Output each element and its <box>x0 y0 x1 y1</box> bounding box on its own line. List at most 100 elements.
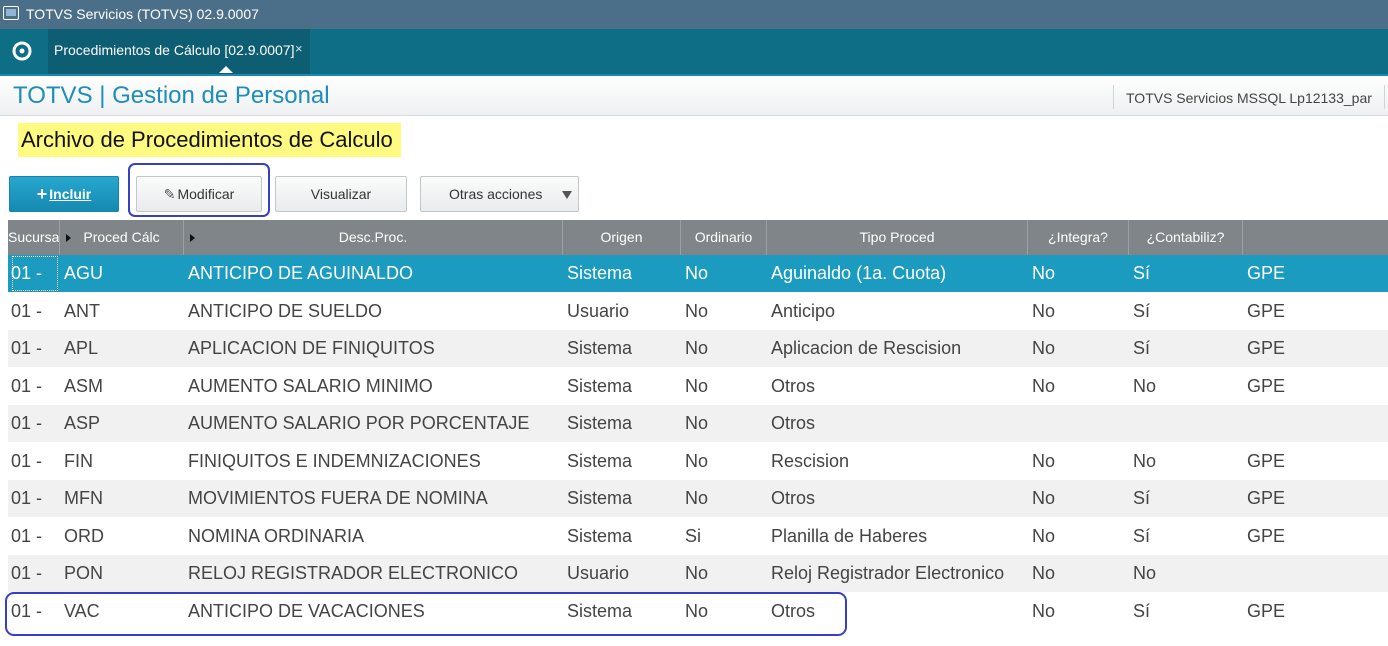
cell-origin: Sistema <box>567 375 633 396</box>
page-title: Archivo de Procedimientos de Calculo <box>18 123 401 157</box>
cell-description: RELOJ REGISTRADOR ELECTRONICO <box>188 563 519 583</box>
cell-description: APLICACION DE FINIQUITOS <box>188 338 435 358</box>
cell-description: ANTICIPO DE AGUINALDO <box>188 263 414 283</box>
totvs-logo-icon[interactable] <box>11 40 33 62</box>
cell-integrates: No <box>1032 600 1056 621</box>
cell-type: Anticipo <box>771 300 836 321</box>
cell-ordinary: No <box>685 413 709 433</box>
cell-type: Rescision <box>771 450 850 471</box>
cell-accounts: No <box>1133 450 1157 471</box>
cell-module: GPE <box>1247 338 1286 358</box>
table-row[interactable]: 01 - VAC ANTICIPO DE VACACIONES Sistema No Ot… <box>8 592 1388 630</box>
column-header-origin[interactable]: Origen <box>563 220 681 255</box>
chevron-down-icon <box>562 191 572 199</box>
cell-module <box>1247 555 1387 592</box>
view-button[interactable]: Visualizar <box>275 176 407 212</box>
table-row[interactable]: 01 - ASP AUMENTO SALARIO POR PORCENTAJE Sis… <box>8 405 1388 442</box>
cell-accounts: Sí <box>1133 263 1151 283</box>
cell-origin: Sistema <box>567 450 633 471</box>
cell-branch: 01 - <box>11 488 43 508</box>
cell-type: Otros <box>771 488 816 508</box>
table-row[interactable]: 01 - APL APLICACION DE FINIQUITOS Sistema No… <box>8 330 1388 367</box>
cell-origin: Sistema <box>567 263 633 283</box>
tab-bar: Procedimientos de Cálculo [02.9.0007] × <box>0 29 1388 74</box>
tab-procedimientos[interactable]: Procedimientos de Cálculo [02.9.0007] × <box>48 29 310 74</box>
app-title: TOTVS | Gestion de Personal <box>13 82 330 109</box>
view-label: Visualizar <box>310 186 372 202</box>
cell-code: ASM <box>64 375 104 396</box>
close-tab-icon[interactable]: × <box>295 41 303 56</box>
cell-description: AUMENTO SALARIO POR PORCENTAJE <box>188 413 530 433</box>
cell-integrates <box>1032 405 1127 442</box>
active-tab-indicator <box>219 66 233 73</box>
cell-description: MOVIMIENTOS FUERA DE NOMINA <box>188 488 488 508</box>
table-row[interactable]: 01 - AGU ANTICIPO DE AGUINALDO Sistema No Agu… <box>8 255 1388 292</box>
cell-module: GPE <box>1247 375 1286 396</box>
cell-module <box>1247 405 1387 442</box>
cell-integrates: No <box>1032 300 1056 321</box>
cell-integrates: No <box>1032 450 1056 471</box>
cell-accounts <box>1133 405 1238 442</box>
cell-description: ANTICIPO DE VACACIONES <box>188 600 425 621</box>
cell-type: Otros <box>771 413 816 433</box>
cell-integrates: No <box>1032 488 1056 508</box>
cell-integrates: No <box>1032 375 1056 396</box>
cell-module: GPE <box>1247 263 1286 283</box>
table-row[interactable]: 01 - MFN MOVIMIENTOS FUERA DE NOMINA Sistem… <box>8 480 1388 517</box>
column-header-ordinary[interactable]: Ordinario <box>681 220 767 255</box>
cell-accounts: Sí <box>1133 338 1151 358</box>
cell-description: NOMINA ORDINARIA <box>188 525 365 546</box>
more-actions-dropdown[interactable]: Otras acciones <box>420 176 579 212</box>
cell-code: ORD <box>64 525 104 546</box>
cell-branch: 01 - <box>11 563 43 583</box>
table-row[interactable]: 01 - ORD NOMINA ORDINARIA Sistema Si Planilla… <box>8 517 1388 555</box>
more-actions-label: Otras acciones <box>449 186 543 202</box>
cell-code: AGU <box>64 263 104 283</box>
cell-code: APL <box>64 338 99 358</box>
cell-branch: 01 - <box>11 413 43 433</box>
app-header: TOTVS | Gestion de Personal TOTVS Servic… <box>0 74 1388 116</box>
column-header-type[interactable]: Tipo Proced <box>767 220 1028 255</box>
column-header-accounts[interactable]: ¿Contabiliz? <box>1129 220 1243 255</box>
column-header-branch[interactable]: Sucursa <box>8 220 60 255</box>
window-title: TOTVS Servicios (TOTVS) 02.9.0007 <box>26 6 259 22</box>
cell-accounts: Sí <box>1133 300 1151 321</box>
cell-code: ANT <box>64 300 100 321</box>
cell-branch: 01 - <box>11 450 43 471</box>
include-button[interactable]: + Incluir <box>9 176 119 212</box>
column-header-integrates[interactable]: ¿Integra? <box>1028 220 1129 255</box>
cell-ordinary: No <box>685 375 709 396</box>
table-row[interactable]: 01 - PON RELOJ REGISTRADOR ELECTRONICO Usua… <box>8 555 1388 592</box>
table-row[interactable]: 01 - ANT ANTICIPO DE SUELDO Usuario No Antici… <box>8 292 1388 330</box>
column-header-description[interactable]: Desc.Proc. <box>184 220 563 255</box>
modify-button[interactable]: ✎ Modificar <box>136 176 262 212</box>
table-row[interactable]: 01 - FIN FINIQUITOS E INDEMNIZACIONES Siste… <box>8 442 1388 480</box>
cell-module: GPE <box>1247 300 1286 321</box>
table-row[interactable]: 01 - ASM AUMENTO SALARIO MINIMO Sistema No Ot… <box>8 367 1388 405</box>
sort-arrow-icon <box>190 234 195 242</box>
cell-integrates: No <box>1032 525 1056 546</box>
cell-integrates: No <box>1032 338 1056 358</box>
cell-origin: Sistema <box>567 413 633 433</box>
plus-icon: + <box>36 184 48 204</box>
cell-description: AUMENTO SALARIO MINIMO <box>188 375 433 396</box>
column-header-code[interactable]: Proced Cálc <box>60 220 184 255</box>
cell-ordinary: No <box>685 450 709 471</box>
tab-label: Procedimientos de Cálculo [02.9.0007] <box>54 42 295 58</box>
app-window-icon <box>3 6 19 20</box>
cell-module: GPE <box>1247 600 1286 621</box>
cell-ordinary: Si <box>685 525 702 546</box>
cell-branch: 01 - <box>11 255 59 292</box>
cell-code: ASP <box>64 413 101 433</box>
column-header-module[interactable] <box>1243 220 1388 255</box>
cell-accounts: Sí <box>1133 600 1151 621</box>
cell-branch: 01 - <box>11 525 43 546</box>
cell-ordinary: No <box>685 563 709 583</box>
cell-origin: Usuario <box>567 300 630 321</box>
modify-label: Modificar <box>177 186 235 202</box>
cell-module: GPE <box>1247 525 1286 546</box>
cell-code: MFN <box>64 488 103 508</box>
cell-type: Reloj Registrador Electronico <box>771 563 1005 583</box>
cell-type: Otros <box>771 375 816 396</box>
cell-code: FIN <box>64 450 93 471</box>
